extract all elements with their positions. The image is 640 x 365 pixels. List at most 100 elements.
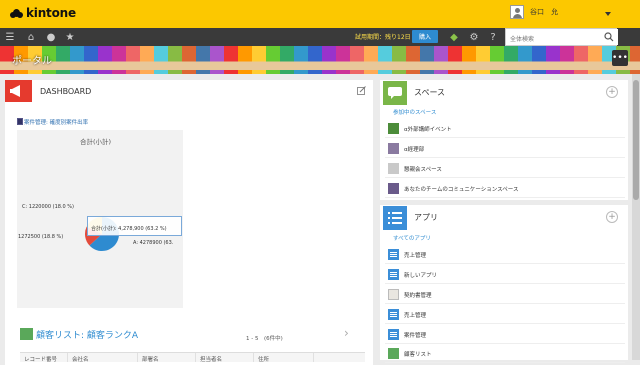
pencil-decoration: [322, 46, 336, 74]
pencil-decoration: [224, 46, 238, 74]
pencil-decoration: [350, 46, 364, 74]
col-address[interactable]: 住所: [254, 353, 314, 363]
report-link[interactable]: 案件管理: 確度別案件出率: [24, 118, 88, 126]
space-item[interactable]: α経理部: [385, 140, 625, 158]
edit-icon[interactable]: [357, 86, 366, 95]
tooltip-value: : 4,278,900 (63.2 %): [114, 226, 167, 232]
pencil-decoration: [504, 46, 518, 74]
pencil-decoration: [336, 46, 350, 74]
pencil-decoration: [448, 46, 462, 74]
app-item[interactable]: 顧客リスト: [385, 345, 625, 363]
apps-title: アプリ: [414, 213, 438, 222]
space-item-label: α外部講師イベント: [404, 126, 452, 133]
pencil-decoration: [112, 46, 126, 74]
pencil-decoration: [182, 46, 196, 74]
bell-icon[interactable]: ●: [45, 31, 57, 43]
pencil-decoration: [294, 46, 308, 74]
scrollbar-thumb[interactable]: [633, 80, 639, 200]
space-item[interactable]: あなたのチームのコミュニケーションスペース: [385, 180, 625, 198]
pencil-decoration: [210, 46, 224, 74]
app-item[interactable]: 新しいアプリ: [385, 266, 625, 284]
beginner-icon[interactable]: ◆: [448, 31, 460, 43]
app-icon: [388, 249, 399, 260]
space-item-label: 懇親会スペース: [404, 166, 442, 173]
pencil-decoration: [126, 46, 140, 74]
user-name: 谷口 允: [530, 8, 558, 16]
space-thumbnail-icon: [388, 123, 399, 134]
app-list-icon: [383, 206, 407, 230]
report-icon: [17, 118, 23, 125]
record-count: 1 - 5 (6件中): [246, 336, 283, 342]
spaces-subhead[interactable]: 参加中のスペース: [393, 108, 436, 116]
more-button[interactable]: •••: [612, 50, 628, 66]
app-item[interactable]: 売上管理: [385, 306, 625, 324]
buy-button[interactable]: 購入: [412, 30, 438, 43]
chat-bubble-icon: [383, 81, 407, 105]
apps-subhead[interactable]: すべてのアプリ: [393, 234, 431, 242]
user-menu[interactable]: 谷口 允: [510, 5, 558, 19]
pencil-decoration: [266, 46, 280, 74]
slice-label-a: A: 4278900 (63.: [133, 240, 174, 246]
app-item[interactable]: 契約書管理: [385, 286, 625, 304]
col-company[interactable]: 会社名: [68, 353, 138, 363]
kintone-logo[interactable]: kintone: [10, 6, 76, 20]
pencil-decoration: [532, 46, 546, 74]
app-item[interactable]: 売上管理: [385, 246, 625, 264]
portal-banner: [0, 46, 640, 74]
chevron-down-icon[interactable]: [605, 12, 611, 16]
pencil-decoration: [630, 46, 640, 74]
table-header: レコード番号 会社名 部署名 担当者名 住所: [20, 352, 365, 363]
home-icon[interactable]: ⌂: [25, 31, 37, 43]
pencil-decoration: [56, 46, 70, 74]
space-item[interactable]: α外部講師イベント: [385, 120, 625, 138]
list-icon: [20, 328, 33, 340]
app-item-label: 新しいアプリ: [404, 272, 438, 279]
chart-tooltip: 合計(小計): 4,278,900 (63.2 %): [87, 216, 182, 236]
pencil-decoration: [406, 46, 420, 74]
search-icon[interactable]: [600, 29, 618, 45]
pencil-decoration: [154, 46, 168, 74]
pencil-decoration: [518, 46, 532, 74]
chart-title: 合計(小計): [80, 138, 112, 146]
pencil-decoration: [462, 46, 476, 74]
megaphone-icon: [5, 80, 32, 102]
col-department[interactable]: 部署名: [138, 353, 196, 363]
app-item-label: 売上管理: [404, 252, 427, 259]
add-app-button[interactable]: +: [606, 211, 618, 223]
space-thumbnail-icon: [388, 163, 399, 174]
pencil-decoration: [574, 46, 588, 74]
pencil-decoration: [308, 46, 322, 74]
pencil-decoration: [140, 46, 154, 74]
menu-icon[interactable]: ☰: [4, 31, 16, 43]
pencil-decoration: [420, 46, 434, 74]
app-item-label: 顧客リスト: [404, 351, 432, 358]
pencil-decoration: [476, 46, 490, 74]
col-record-number[interactable]: レコード番号: [20, 353, 68, 363]
tooltip-key: 合計(小計): [91, 226, 115, 232]
pencil-decoration: [98, 46, 112, 74]
pencil-decoration: [70, 46, 84, 74]
space-item-label: α経理部: [404, 146, 425, 153]
app-icon: [388, 309, 399, 320]
document-icon: [388, 289, 399, 300]
app-icon: [388, 269, 399, 280]
app-icon: [388, 348, 399, 359]
app-item[interactable]: 案件管理: [385, 326, 625, 344]
pencil-decoration: [168, 46, 182, 74]
next-page-icon[interactable]: ›: [344, 326, 349, 340]
col-contact[interactable]: 担当者名: [196, 353, 254, 363]
space-item[interactable]: 懇親会スペース: [385, 160, 625, 178]
gear-icon[interactable]: ⚙: [468, 31, 480, 43]
help-icon[interactable]: ?: [487, 31, 499, 43]
pencil-decoration: [280, 46, 294, 74]
add-space-button[interactable]: +: [606, 86, 618, 98]
pencil-decoration: [392, 46, 406, 74]
pencil-decoration: [84, 46, 98, 74]
cloud-logo-icon: [10, 8, 23, 18]
pencil-decoration: [560, 46, 574, 74]
space-item-label: あなたのチームのコミュニケーションスペース: [404, 186, 519, 193]
customer-list-title[interactable]: 顧客リスト: 顧客ランクA: [36, 328, 138, 341]
star-icon[interactable]: ★: [64, 31, 76, 43]
spaces-title: スペース: [414, 88, 446, 97]
pencil-decoration: [434, 46, 448, 74]
